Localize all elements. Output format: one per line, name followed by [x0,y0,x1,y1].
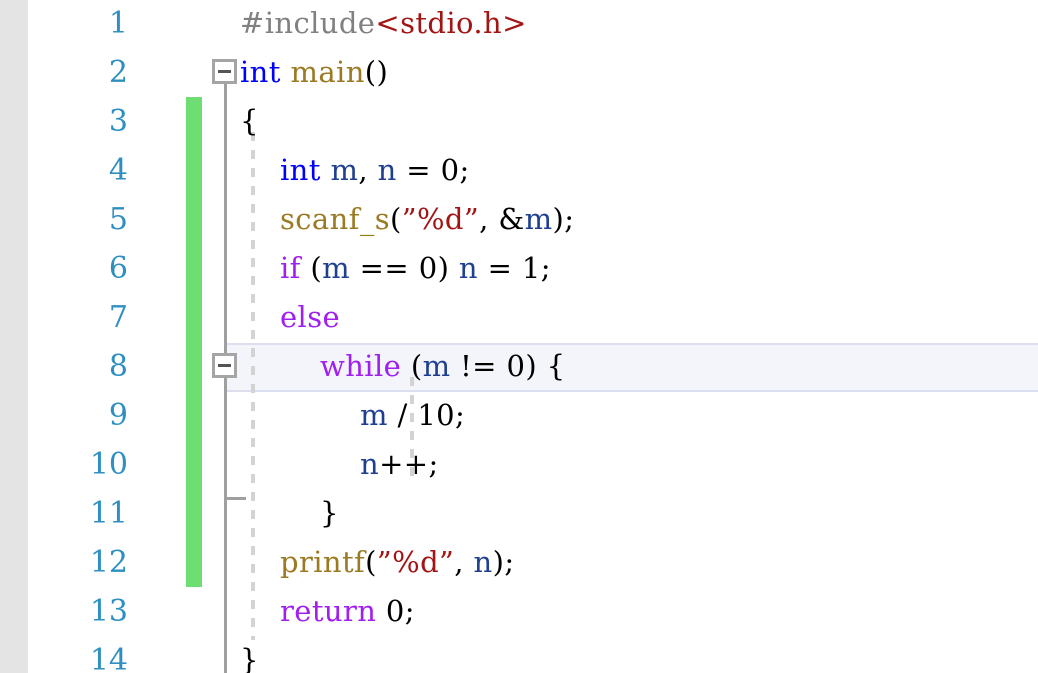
token-plain: = [477,251,522,285]
code-line-3[interactable]: { [240,97,259,146]
code-line-7[interactable]: else [280,293,340,342]
token-plain: ( [401,349,423,383]
token-str: ”%d” [376,545,455,579]
token-plain: 0 [506,349,526,383]
token-id: m [322,251,351,285]
token-id: m [330,153,359,187]
token-plain: ; [428,447,439,481]
token-id: n [473,545,493,579]
token-fn: scanf_s [280,202,391,236]
token-id: m [524,202,553,236]
token-plain: ) [492,545,505,579]
code-line-5[interactable]: scanf_s(”%d”, &m); [280,195,574,244]
token-kw: if [280,251,301,285]
token-plain: == [350,251,419,285]
code-line-11[interactable]: } [320,489,339,538]
code-line-9[interactable]: m / 10; [360,391,465,440]
token-plain: != [450,349,507,383]
token-plain: / [387,398,418,432]
token-plain: = [396,153,441,187]
token-id: m [422,349,451,383]
code-line-1[interactable]: #include<stdio.h> [240,0,527,48]
token-plain: } [240,643,259,673]
token-plain: ; [540,251,551,285]
token-plain: , [479,202,499,236]
token-plain: , [358,153,378,187]
token-kw: while [320,349,402,383]
token-plain: 0 [385,594,405,628]
token-fn: printf [280,545,366,579]
code-line-12[interactable]: printf(”%d”, n); [280,538,514,587]
token-id: n [377,153,397,187]
token-plain: { [240,104,259,138]
token-id: m [360,398,388,432]
token-plain: ( [300,251,323,285]
token-plain: ) [437,251,459,285]
token-kw: return [280,594,377,628]
token-plain: ; [455,398,466,432]
token-header: <stdio.h> [375,6,527,40]
token-plain: () [364,55,389,89]
token-plain: ) [552,202,565,236]
token-fn: main [290,55,365,89]
code-line-13[interactable]: return 0; [280,587,415,636]
code-line-2[interactable]: int main() [240,48,388,97]
code-line-14[interactable]: } [240,636,259,673]
token-type: int [280,153,321,187]
token-type: int [240,55,281,89]
token-kw: else [280,300,341,334]
token-plain: 0 [418,251,438,285]
token-str: ”%d” [401,202,480,236]
token-plain: & [498,202,525,236]
code-text-layer[interactable]: #include<stdio.h> int main(){int m, n = 0… [0,0,1038,673]
token-id: n [360,447,380,481]
token-plain: { [546,349,566,383]
token-plain: , [454,545,474,579]
token-plain: ; [564,202,575,236]
code-editor[interactable]: 1 2 3 4 5 6 7 8 9 10 11 12 13 14 #include<stdio.h> int… [0,0,1038,673]
code-line-4[interactable]: int m, n = 0; [280,146,470,195]
token-plain: ) [525,349,547,383]
code-line-10[interactable]: n++; [360,440,439,489]
token-plain: ( [365,545,377,579]
token-id: n [458,251,478,285]
token-plain: 0 [440,153,460,187]
token-plain: ( [390,202,402,236]
token-plain: 10 [417,398,456,432]
code-line-6[interactable]: if (m == 0) n = 1; [280,244,551,293]
token-pre: #include [240,6,376,40]
token-plain: } [320,496,339,530]
token-plain: ; [404,594,415,628]
token-plain: ++ [379,447,429,481]
token-plain: ; [459,153,470,187]
code-line-8[interactable]: while (m != 0) { [320,342,566,391]
token-plain: 1 [521,251,541,285]
token-plain: ; [504,545,515,579]
